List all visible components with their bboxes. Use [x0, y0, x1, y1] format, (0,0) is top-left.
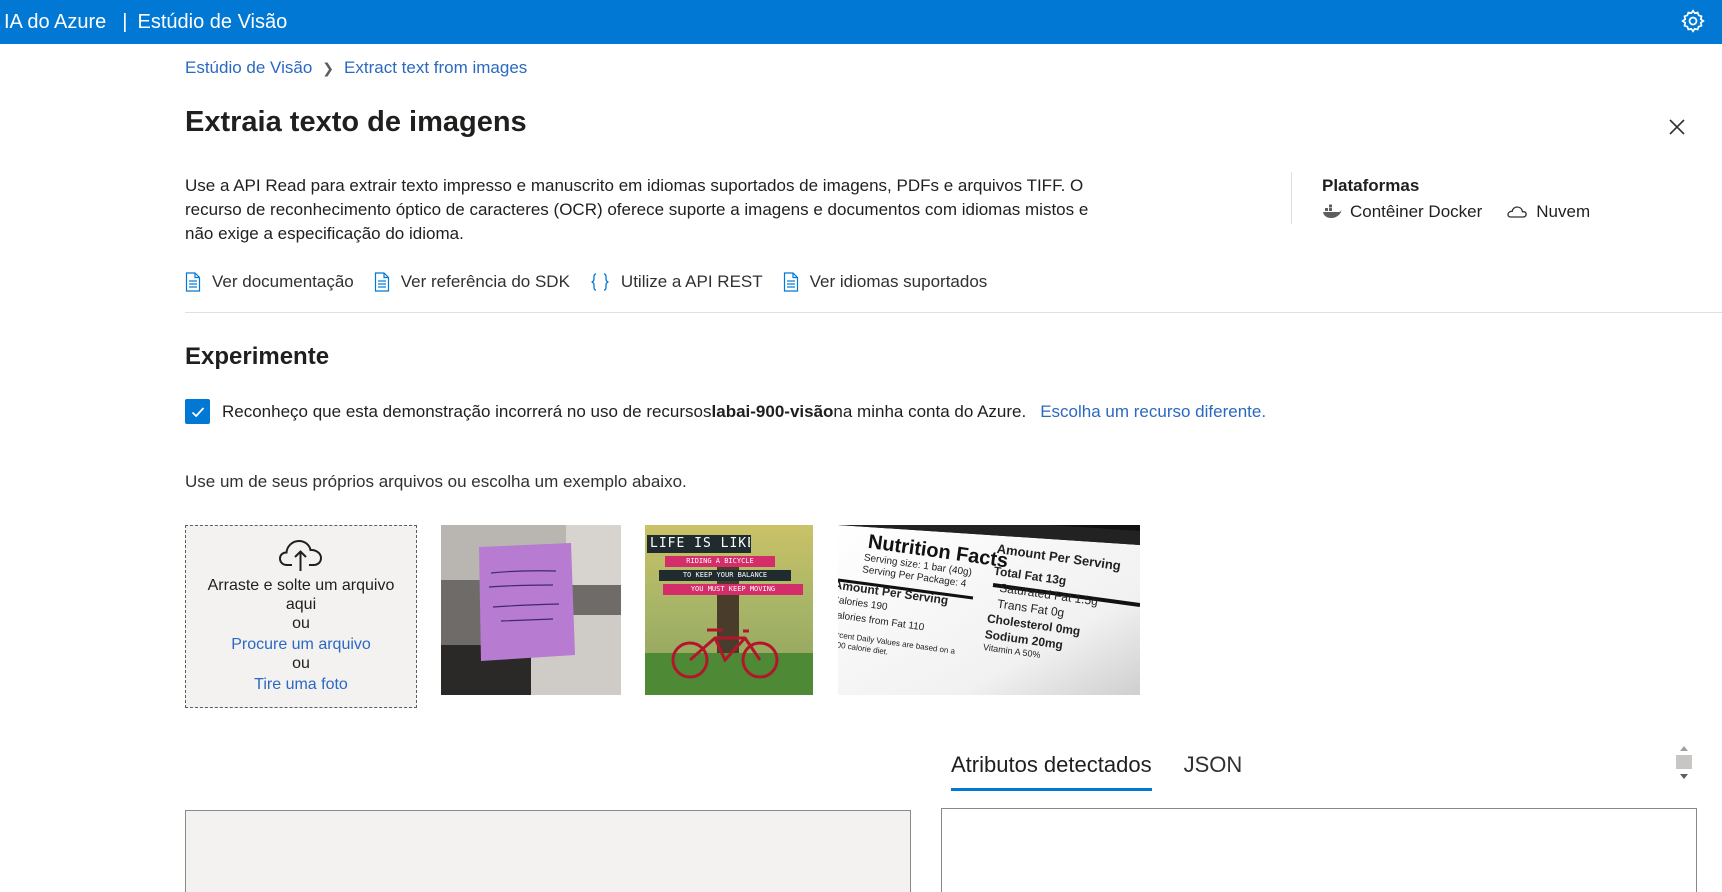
dropzone-or-1: ou — [292, 615, 310, 632]
sample-image-bicycle[interactable]: LIFE IS LIKE RIDING A BICYCLE TO KEEP YO… — [645, 525, 813, 695]
link-documentation-label: Ver documentação — [212, 272, 354, 291]
document-icon — [374, 272, 389, 292]
link-rest-api-label: Utilize a API REST — [620, 272, 763, 291]
resource-name: labai-900-visão — [711, 401, 834, 421]
image-preview-panel — [185, 810, 911, 892]
close-icon[interactable] — [1665, 115, 1689, 139]
link-sdk-reference[interactable]: Ver referência do SDK — [374, 272, 570, 292]
consent-checkbox[interactable] — [185, 399, 210, 424]
sticky-note-image — [441, 525, 621, 695]
breadcrumb: Estúdio de Visão ❯ Extract text from ima… — [185, 58, 527, 78]
results-panel — [941, 808, 1697, 892]
resource-links: Ver documentação Ver referência do SDK U… — [185, 272, 1007, 292]
scroll-up-arrow-icon[interactable] — [1675, 741, 1693, 755]
chevron-right-icon: ❯ — [322, 59, 335, 76]
link-supported-languages-label: Ver idiomas suportados — [809, 272, 988, 291]
try-it-title: Experimente — [185, 343, 330, 370]
bicycle-line-4: YOU MUST KEEP MOVING — [690, 585, 776, 593]
cloud-icon — [1507, 206, 1528, 218]
link-rest-api[interactable]: Utilize a API REST — [590, 272, 763, 292]
page-description: Use a API Read para extrair texto impres… — [185, 176, 1089, 243]
sample-hint: Use um de seus próprios arquivos ou esco… — [185, 472, 687, 491]
page-title: Extraia texto de imagens — [185, 106, 527, 138]
braces-icon — [591, 273, 609, 291]
platform-cloud-label: Nuvem — [1536, 202, 1591, 221]
consent-text-prefix: Reconheço que esta demonstração incorrer… — [222, 401, 712, 421]
product-name[interactable]: Estúdio de Visão — [138, 11, 288, 34]
link-documentation[interactable]: Ver documentação — [185, 272, 354, 292]
cloud-upload-icon — [278, 539, 323, 571]
dropzone-instruction: Arraste e solte um arquivo aqui — [207, 577, 395, 613]
dropzone-or-2: ou — [292, 655, 310, 672]
section-divider — [185, 312, 1722, 313]
consent-text-suffix: na minha conta do Azure. — [833, 401, 1027, 421]
tab-json[interactable]: JSON — [1184, 752, 1243, 791]
consent-row: Reconheço que esta demonstração incorrer… — [185, 399, 1266, 424]
document-icon — [783, 272, 798, 292]
change-resource-link[interactable]: Escolha um recurso diferente. — [1040, 402, 1266, 422]
docker-icon — [1323, 204, 1342, 218]
scroll-down-arrow-icon[interactable] — [1675, 769, 1693, 783]
link-sdk-reference-label: Ver referência do SDK — [400, 272, 570, 291]
gear-icon[interactable] — [1680, 8, 1706, 34]
bicycle-line-3: TO KEEP YOUR BALANCE — [682, 571, 768, 579]
breadcrumb-item-home[interactable]: Estúdio de Visão — [185, 58, 312, 78]
sample-image-nutrition-facts[interactable]: Nutrition Facts Serving size: 1 bar (40g… — [838, 525, 1140, 695]
file-dropzone[interactable]: Arraste e solte um arquivo aqui ou Procu… — [185, 525, 417, 708]
take-photo-link[interactable]: Tire uma foto — [186, 675, 416, 694]
tab-detected-attributes[interactable]: Atributos detectados — [951, 752, 1152, 791]
link-supported-languages[interactable]: Ver idiomas suportados — [783, 272, 988, 292]
browse-file-link[interactable]: Procure um arquivo — [186, 635, 416, 654]
results-scrollbar[interactable] — [1675, 741, 1693, 791]
platform-cloud: Nuvem — [1506, 202, 1590, 222]
nutrition-text-right: Amount Per Serving Total Fat 13g Saturat… — [982, 541, 1140, 677]
bicycle-line-2: RIDING A BICYCLE — [686, 557, 754, 565]
breadcrumb-item-current[interactable]: Extract text from images — [344, 58, 527, 78]
platforms-panel: Plataformas Contêiner Docker Nuvem — [1291, 172, 1614, 224]
document-icon — [185, 272, 201, 292]
header-separator: | — [122, 10, 128, 33]
platform-docker-label: Contêiner Docker — [1350, 202, 1483, 221]
checkmark-icon — [191, 406, 204, 417]
sample-image-sticky-note[interactable] — [441, 525, 621, 695]
top-bar: IA do Azure | Estúdio de Visão — [0, 0, 1722, 44]
result-tabs: Atributos detectados JSON — [951, 752, 1274, 791]
brand-name[interactable]: IA do Azure — [0, 11, 106, 34]
scrollbar-thumb[interactable] — [1676, 755, 1692, 769]
platforms-title: Plataformas — [1322, 176, 1420, 195]
bicycle-line-1: LIFE IS LIKE — [650, 536, 750, 551]
platform-docker: Contêiner Docker — [1322, 202, 1482, 222]
